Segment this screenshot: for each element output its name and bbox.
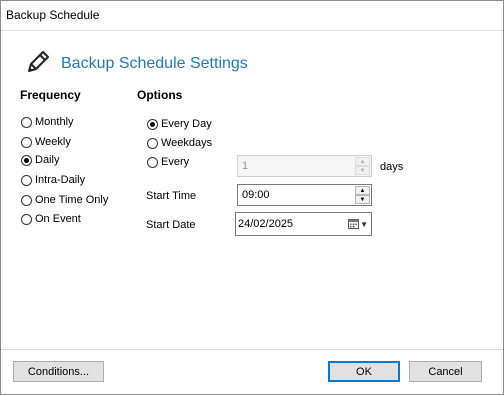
radio-circle — [21, 136, 32, 148]
radio-circle — [21, 194, 32, 206]
radio-label: Every — [161, 156, 190, 168]
every-days-stepper[interactable]: 1 ▲ ▼ — [237, 155, 372, 177]
stepper-up-button[interactable]: ▲ — [355, 157, 370, 166]
days-label: days — [380, 161, 404, 173]
cancel-button[interactable]: Cancel — [409, 361, 482, 382]
start-time-input[interactable]: 09:00 ▲ ▼ — [237, 184, 372, 206]
frequency-monthly-radio[interactable]: Monthly — [21, 114, 74, 130]
radio-label: Weekly — [35, 136, 71, 148]
options-label: Options — [137, 88, 183, 102]
stepper-down-button[interactable]: ▼ — [355, 166, 370, 175]
radio-label: Intra-Daily — [35, 174, 86, 186]
radio-label: Monthly — [35, 116, 74, 128]
radio-label: On Event — [35, 213, 81, 225]
frequency-weekly-radio[interactable]: Weekly — [21, 134, 71, 150]
stepper-buttons: ▲ ▼ — [355, 186, 370, 204]
time-down-button[interactable]: ▼ — [355, 195, 370, 204]
stepper-buttons: ▲ ▼ — [355, 157, 370, 175]
radio-label: One Time Only — [35, 194, 109, 206]
title-bar: Backup Schedule — [1, 1, 503, 31]
option-every-radio[interactable]: Every — [147, 154, 189, 170]
frequency-label: Frequency — [20, 88, 81, 102]
option-every-day-radio[interactable]: Every Day — [147, 116, 212, 132]
footer-divider — [1, 349, 503, 350]
backup-schedule-dialog: Backup Schedule Backup Schedule Settings… — [0, 0, 504, 395]
start-date-value: 24/02/2025 — [238, 218, 294, 230]
frequency-intra-daily-radio[interactable]: Intra-Daily — [21, 172, 85, 188]
dialog-heading: Backup Schedule Settings — [61, 55, 248, 72]
chevron-down-icon[interactable]: ▼ — [360, 220, 368, 229]
conditions-button[interactable]: Conditions... — [13, 361, 104, 382]
radio-circle-checked — [21, 154, 32, 166]
stepper-value: 1 — [242, 160, 249, 172]
radio-circle — [21, 213, 32, 225]
radio-label: Weekdays — [161, 137, 213, 149]
radio-circle — [147, 137, 158, 149]
frequency-on-event-radio[interactable]: On Event — [21, 211, 81, 227]
radio-circle — [147, 156, 158, 168]
frequency-one-time-radio[interactable]: One Time Only — [21, 192, 108, 208]
time-up-button[interactable]: ▲ — [355, 186, 370, 195]
radio-circle — [21, 174, 32, 186]
start-time-value: 09:00 — [242, 189, 270, 201]
ok-button[interactable]: OK — [328, 361, 400, 382]
calendar-icon[interactable] — [348, 218, 359, 229]
radio-circle-checked — [147, 118, 158, 130]
window-title: Backup Schedule — [6, 8, 100, 22]
frequency-daily-radio[interactable]: Daily — [21, 152, 59, 168]
radio-label: Daily — [35, 154, 60, 166]
pencil-icon — [28, 51, 49, 72]
start-date-label: Start Date — [146, 219, 196, 231]
radio-label: Every Day — [161, 118, 212, 130]
start-time-label: Start Time — [146, 190, 197, 202]
start-date-picker[interactable]: 24/02/2025 ▼ — [235, 212, 372, 236]
radio-circle — [21, 116, 32, 128]
option-weekdays-radio[interactable]: Weekdays — [147, 135, 212, 151]
